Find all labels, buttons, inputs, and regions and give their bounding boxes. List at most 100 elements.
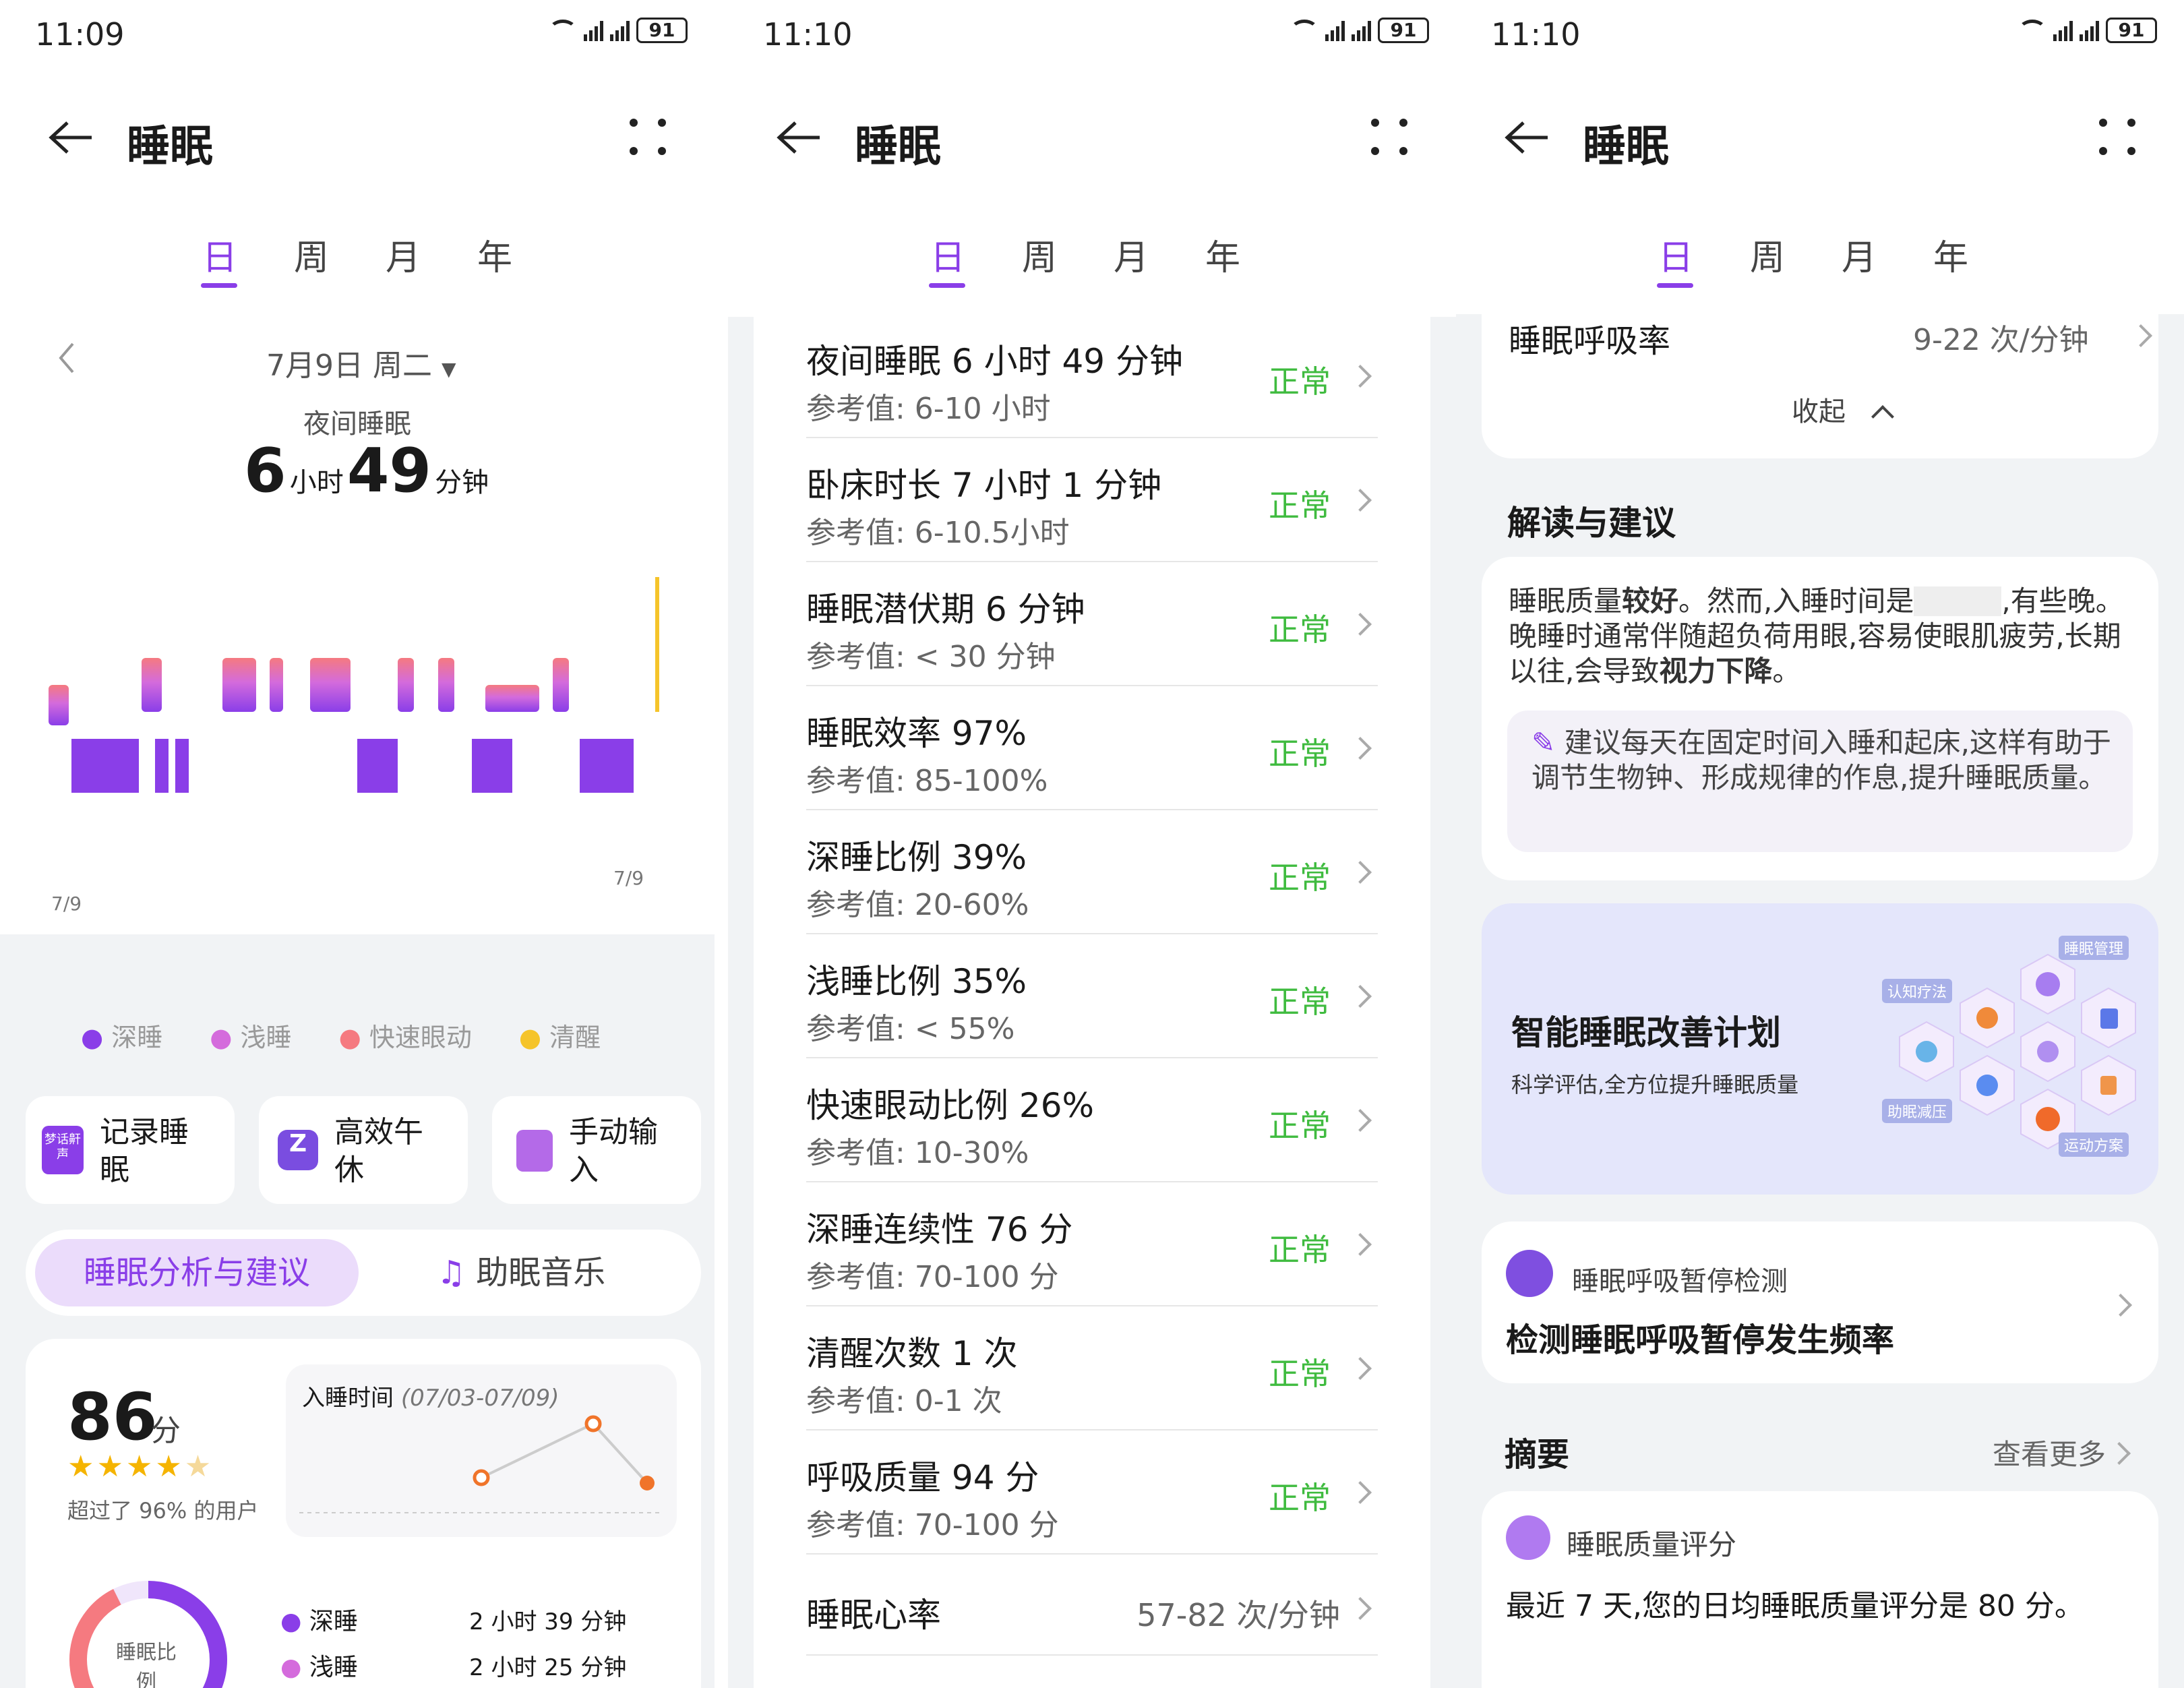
moon-icon: [1506, 1250, 1553, 1297]
signal-icon: [2080, 20, 2099, 41]
page-title: 睡眠: [127, 122, 213, 172]
chevron-right-icon: [1349, 613, 1372, 636]
wifi-icon: [2018, 20, 2046, 41]
sleep-plan-banner[interactable]: 智能睡眠改善计划 科学评估,全方位提升睡眠质量 睡眠管理 认知疗法 助眠减压 运…: [1482, 903, 2158, 1195]
sleep-score-card: 86 分 ★★★★★ 超过了 96% 的用户 入睡时间 (07/03-07/09…: [26, 1339, 701, 1688]
date-picker[interactable]: 7月9日 周二 ▼: [266, 341, 456, 384]
tab-week[interactable]: 周: [294, 229, 329, 280]
wifi-icon: [1290, 20, 1318, 41]
chevron-right-icon: [1349, 1357, 1372, 1380]
wifi-icon: [549, 20, 577, 41]
chart-point: [640, 1476, 655, 1490]
panel-analysis: 11:10 91 睡眠 日 周 月 年 夜间睡眠 6 小时 49 分钟 参考值: …: [728, 0, 1456, 1688]
ratio-value-deep: 2 小时 39 分钟: [469, 1608, 627, 1635]
action-label: 手动输入: [569, 1115, 658, 1187]
more-menu-icon[interactable]: [2099, 119, 2137, 156]
tip-box: ✎ 建议每天在固定时间入睡和起床,这样有助于调节生物钟、形成规律的作息,提升睡眠…: [1507, 711, 2133, 852]
quality-text: 最近 7 天,您的日均睡眠质量评分是 80 分。: [1506, 1589, 2084, 1623]
sleep-stage-bars: [49, 577, 659, 793]
heart-rate-row[interactable]: 睡眠心率 57-82 次/分钟: [806, 1555, 1378, 1656]
chart-end-label: 7/9: [613, 867, 644, 889]
chevron-right-icon: [2129, 324, 2152, 347]
metric-row[interactable]: 夜间睡眠 6 小时 49 分钟 参考值: 6-10 小时 正常: [806, 314, 1378, 438]
manual-input-button[interactable]: 手动输入: [492, 1096, 701, 1204]
metric-row[interactable]: 深睡比例 39% 参考值: 20-60% 正常: [806, 810, 1378, 934]
duration-hours: 6: [244, 435, 286, 506]
chevron-right-icon: [1349, 737, 1372, 760]
respiration-label: 睡眠呼吸率: [1509, 322, 1671, 360]
date-label: 7月9日 周二: [266, 349, 432, 383]
metric-row[interactable]: 睡眠潜伏期 6 分钟 参考值: < 30 分钟 正常: [806, 562, 1378, 686]
more-menu-icon[interactable]: [1371, 119, 1409, 156]
period-tabs: 日 周 月 年: [929, 229, 1240, 288]
metric-row[interactable]: 浅睡比例 35% 参考值: < 55% 正常: [806, 934, 1378, 1058]
unit-hours: 小时: [289, 467, 344, 498]
music-note-icon: ♫: [437, 1254, 466, 1292]
plan-tag: 认知疗法: [1882, 979, 1953, 1003]
action-label: 记录睡眠: [100, 1115, 189, 1187]
page-title: 睡眠: [855, 122, 941, 172]
sleep-record-icon: 梦话鼾声: [42, 1126, 84, 1174]
metric-row[interactable]: 呼吸质量 94 分参考值: 70-100 分正常: [806, 1430, 1378, 1555]
collapse-button[interactable]: 收起: [1792, 390, 1894, 429]
signal-icon: [2053, 20, 2073, 41]
quality-label: 睡眠质量评分: [1567, 1528, 1737, 1561]
summary-title: 摘要: [1505, 1436, 1570, 1474]
metric-row[interactable]: 清醒次数 1 次参考值: 0-1 次正常: [806, 1306, 1378, 1430]
tab-week[interactable]: 周: [1750, 229, 1785, 280]
score-compare: 超过了 96% 的用户: [67, 1498, 259, 1524]
tab-month[interactable]: 月: [386, 229, 421, 280]
action-label: 高效午休: [334, 1115, 423, 1187]
tab-sleep-analysis[interactable]: 睡眠分析与建议: [35, 1239, 359, 1306]
battery-icon: 91: [2106, 18, 2157, 43]
chevron-right-icon: [1349, 365, 1372, 388]
legend-light: ● 浅睡: [210, 1023, 292, 1052]
tip-icon: ✎: [1531, 726, 1556, 759]
signal-icon: [1325, 20, 1345, 41]
more-menu-icon[interactable]: [630, 119, 667, 156]
metric-row[interactable]: 卧床时长 7 小时 1 分钟 参考值: 6-10.5小时 正常: [806, 438, 1378, 562]
advice-title: 解读与建议: [1507, 504, 1676, 543]
tab-week[interactable]: 周: [1022, 229, 1057, 280]
respiration-value[interactable]: 9-22 次/分钟: [1913, 315, 2089, 359]
metric-row[interactable]: 快速眼动比例 26% 参考值: 10-30% 正常: [806, 1058, 1378, 1182]
tab-year[interactable]: 年: [477, 229, 512, 280]
advice-text: 睡眠质量较好。然而,入睡时间是 ,有些晚。晚睡时通常伴随超负荷用眼,容易使眼肌疲劳…: [1509, 584, 2124, 688]
heart-rate-label: 睡眠心率: [806, 1596, 941, 1635]
fall-asleep-chart[interactable]: 入睡时间 (07/03-07/09): [286, 1364, 677, 1537]
manual-input-icon: [516, 1130, 553, 1172]
segment-control: 睡眠分析与建议 ♫ 助眠音乐: [26, 1230, 701, 1316]
apnea-label: 睡眠呼吸暂停检测: [1572, 1266, 1788, 1297]
legend-deep: ● 深睡: [81, 1023, 163, 1052]
tab-day[interactable]: 日: [201, 229, 237, 288]
nap-button[interactable]: Z 高效午休: [259, 1096, 468, 1204]
metric-row[interactable]: 睡眠效率 97% 参考值: 85-100% 正常: [806, 686, 1378, 810]
tab-day[interactable]: 日: [929, 229, 965, 288]
tab-sleep-music[interactable]: ♫ 助眠音乐: [437, 1239, 605, 1306]
panel-day-overview: 11:09 91 睡眠 日 周 月 年 7月9日 周二 ▼ 夜间睡眠 6 小时 …: [0, 0, 715, 1688]
tab-month[interactable]: 月: [1842, 229, 1877, 280]
back-arrow-icon[interactable]: [1503, 119, 1550, 156]
page-title: 睡眠: [1583, 122, 1669, 172]
tab-year[interactable]: 年: [1933, 229, 1968, 280]
quality-score-card[interactable]: 睡眠质量评分 最近 7 天,您的日均睡眠质量评分是 80 分。: [1482, 1491, 2158, 1688]
tab-month[interactable]: 月: [1114, 229, 1149, 280]
panel-advice: 睡眠呼吸率 9-22 次/分钟 收起 11:10 91 睡眠 日 周 月 年 睡…: [1456, 0, 2184, 1688]
back-arrow-icon[interactable]: [47, 119, 94, 156]
chart-point: [584, 1415, 602, 1433]
view-more-link[interactable]: 查看更多: [1993, 1432, 2131, 1473]
chevron-right-icon: [1349, 1481, 1372, 1504]
tab-year[interactable]: 年: [1205, 229, 1240, 280]
back-arrow-icon[interactable]: [775, 119, 822, 156]
tab-day[interactable]: 日: [1657, 229, 1693, 288]
nap-icon: Z: [278, 1130, 318, 1170]
metric-row[interactable]: 深睡连续性 76 分参考值: 70-100 分正常: [806, 1182, 1378, 1306]
record-sleep-button[interactable]: 梦话鼾声 记录睡眠: [26, 1096, 235, 1204]
advice-card: 睡眠质量较好。然而,入睡时间是 ,有些晚。晚睡时通常伴随超负荷用眼,容易使眼肌疲劳…: [1482, 557, 2158, 880]
prev-day-icon[interactable]: [57, 341, 77, 375]
status-bar: 11:10 91: [1456, 0, 2184, 67]
respiration-card-visible: 睡眠呼吸率 9-22 次/分钟 收起: [1482, 314, 2158, 458]
score-unit: 分: [151, 1414, 181, 1448]
apnea-card[interactable]: 睡眠呼吸暂停检测 检测睡眠呼吸暂停发生频率: [1482, 1222, 2158, 1383]
battery-icon: 91: [636, 18, 688, 43]
